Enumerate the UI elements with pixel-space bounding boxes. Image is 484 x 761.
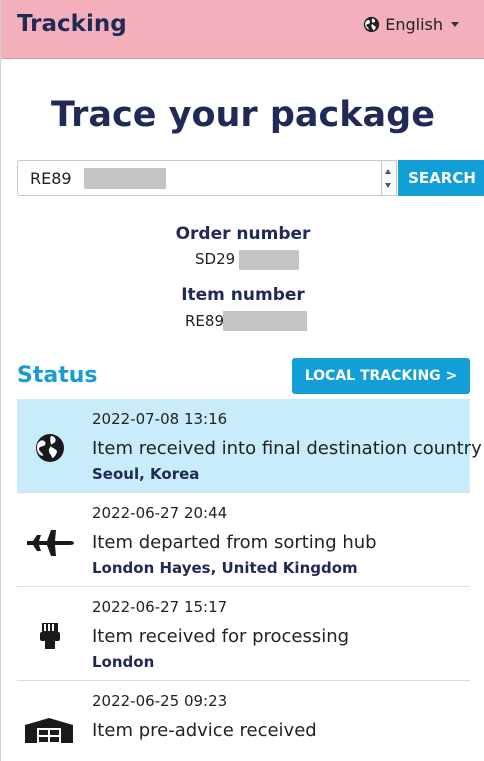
tracking-event: 2022-06-27 20:44 Item departed from sort… (17, 493, 470, 587)
warehouse-icon (25, 718, 73, 743)
tracking-events-list: 2022-07-08 13:16 Item received into fina… (17, 399, 482, 761)
event-description: Item pre-advice received (92, 720, 317, 741)
airplane-icon (27, 530, 74, 556)
chevron-down-icon (451, 22, 459, 27)
page-title: Trace your package (51, 95, 435, 135)
event-location: London (92, 653, 155, 671)
search-button[interactable]: SEARCH (398, 160, 484, 196)
globe-icon (364, 16, 380, 33)
order-number-label: Order number (175, 224, 311, 244)
spinner-down-icon[interactable] (385, 183, 391, 188)
event-location: Seoul, Korea (92, 465, 200, 483)
event-location: London Hayes, United Kingdom (92, 559, 358, 577)
language-label: English (385, 15, 443, 34)
brand-title[interactable]: Tracking (17, 11, 127, 37)
item-number-value: RE89 (185, 312, 224, 330)
event-timestamp: 2022-07-08 13:16 (92, 410, 228, 428)
tracking-number-input[interactable] (17, 160, 382, 196)
status-heading: Status (17, 363, 98, 388)
search-bar: SEARCH (17, 160, 484, 196)
top-bar: Tracking English (1, 0, 484, 59)
order-number-value: SD29 (195, 250, 236, 268)
redacted-block (223, 311, 307, 331)
tracking-event: 2022-06-27 15:17 Item received for proce… (17, 587, 470, 681)
event-timestamp: 2022-06-27 15:17 (92, 598, 228, 616)
redacted-block (239, 250, 299, 270)
globe-icon (36, 434, 64, 462)
language-dropdown[interactable]: English (363, 15, 459, 34)
event-description: Item received into final destination cou… (92, 438, 482, 459)
item-number-label: Item number (181, 285, 305, 305)
spinner-up-icon[interactable] (385, 169, 391, 174)
tracking-event: 2022-06-25 09:23 Item pre-advice receive… (17, 681, 470, 761)
number-spinner[interactable] (382, 160, 397, 196)
event-description: Item received for processing (92, 626, 350, 647)
local-tracking-button[interactable]: LOCAL TRACKING > (292, 358, 470, 394)
scanner-icon (40, 623, 60, 649)
redacted-block (84, 168, 166, 189)
event-timestamp: 2022-06-27 20:44 (92, 504, 228, 522)
event-description: Item departed from sorting hub (92, 532, 377, 553)
event-timestamp: 2022-06-25 09:23 (92, 692, 228, 710)
tracking-event: 2022-07-08 13:16 Item received into fina… (17, 399, 482, 493)
